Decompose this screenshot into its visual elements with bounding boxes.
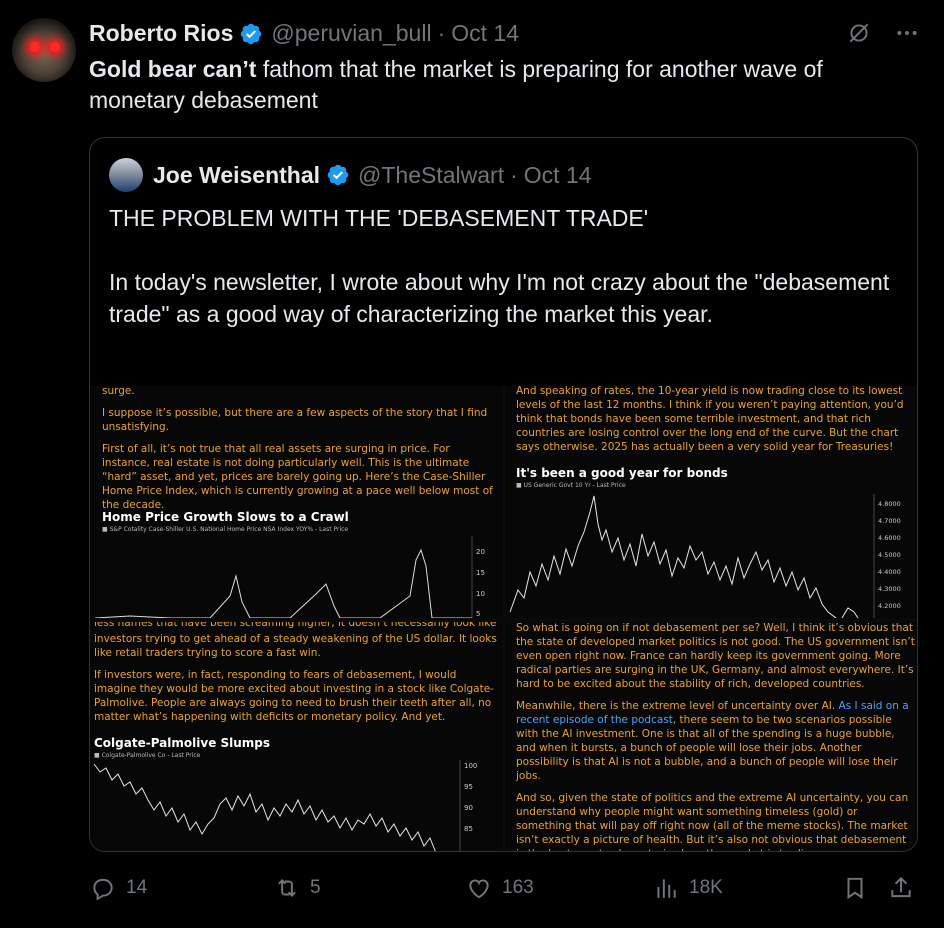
grok-icon[interactable]	[846, 20, 872, 46]
panel-cut-line: surge.	[102, 386, 135, 397]
panel-paragraph: First of all, it’s not true that all rea…	[102, 443, 493, 511]
bond-yield-chart: 4.8000 4.7000 4.6000 4.5000 4.4000 4.300…	[509, 494, 901, 618]
quoted-tweet[interactable]: Joe Weisenthal @TheStalwart · Oct 14 THE…	[89, 137, 918, 852]
tweet-text-bold: Gold bear can’t	[89, 56, 257, 82]
author-name[interactable]: Roberto Rios	[89, 20, 233, 47]
tweet-date[interactable]: Oct 14	[451, 20, 519, 47]
axis-tick: 4.4000	[878, 568, 901, 576]
views-count: 18K	[689, 877, 723, 898]
avatar-eye-right	[50, 42, 60, 52]
axis-tick: 90	[464, 804, 473, 812]
heart-icon	[469, 879, 489, 899]
quote-text: THE PROBLEM WITH THE 'DEBASEMENT TRADE' …	[109, 205, 890, 327]
panel-paragraph: So what is going on if not debasement pe…	[516, 622, 915, 690]
axis-tick: 4.7000	[878, 517, 901, 525]
bookmark-icon	[847, 877, 863, 900]
axis-tick: 4.5000	[878, 551, 901, 559]
share-icon	[891, 876, 911, 898]
bond-yield-series	[509, 495, 837, 618]
quote-header: Joe Weisenthal @TheStalwart · Oct 14	[109, 158, 592, 192]
reply-count: 14	[126, 877, 148, 898]
quote-author-handle[interactable]: @TheStalwart	[358, 162, 504, 189]
home-price-series	[94, 548, 472, 618]
axis-tick: 4.3000	[878, 585, 901, 593]
axis-tick: 85	[464, 825, 473, 833]
colgate-chart: 100 95 90 85	[93, 760, 477, 851]
chart-title: Home Price Growth Slows to a Crawl	[102, 510, 349, 524]
views-icon	[657, 879, 676, 898]
author-avatar[interactable]	[12, 18, 76, 82]
bookmark-button[interactable]	[842, 875, 868, 901]
author-handle[interactable]: @peruvian_bull	[271, 20, 431, 47]
panel-cut-line: less names that have been screaming high…	[94, 622, 497, 629]
panel-paragraph: I suppose it’s possible, but there are a…	[102, 407, 488, 433]
axis-tick: 4.6000	[878, 534, 901, 542]
tweet-action-bar: 14 5 163 18K	[0, 875, 944, 905]
quote-verified-badge-icon	[327, 164, 349, 186]
panel-paragraph: And so, given the state of politics and …	[516, 792, 909, 851]
panel-conclusion: So what is going on if not debasement pe…	[506, 622, 917, 851]
views-button[interactable]: 18K	[653, 875, 723, 901]
chart-legend: ■ US Generic Govt 10 Yr - Last Price	[516, 482, 626, 489]
panel-colgate: less names that have been screaming high…	[90, 622, 502, 851]
newsletter-image-collage[interactable]: surge. I suppose it’s possible, but ther…	[90, 386, 917, 851]
axis-tick: 100	[464, 762, 477, 770]
panel-paragraph: investors trying to get ahead of a stead…	[94, 633, 497, 659]
colgate-series	[93, 763, 436, 851]
axis-tick: 95	[464, 783, 473, 791]
panel-paragraph: Meanwhile, there is the extreme level of…	[516, 699, 916, 783]
chart-legend: ■ Colgate-Palmolive Co - Last Price	[94, 752, 201, 759]
panel-bonds: And speaking of rates, the 10-year yield…	[506, 386, 917, 618]
repost-button[interactable]: 5	[274, 875, 321, 901]
like-button[interactable]: 163	[466, 875, 534, 901]
avatar-eye-left	[30, 42, 40, 52]
quote-author-avatar	[109, 158, 143, 192]
axis-tick: 5	[476, 610, 480, 618]
chart-title: Colgate-Palmolive Slumps	[94, 736, 271, 750]
axis-tick: 15	[476, 569, 485, 577]
share-button[interactable]	[888, 875, 914, 901]
home-price-chart: 20 15 10 5	[94, 536, 485, 618]
panel-paragraph: And speaking of rates, the 10-year yield…	[516, 386, 904, 453]
quote-author-name[interactable]: Joe Weisenthal	[153, 162, 320, 189]
tweet-top-icons	[846, 20, 920, 46]
panel-paragraph: If investors were, in fact, responding t…	[94, 669, 494, 723]
reply-button[interactable]: 14	[90, 875, 147, 901]
separator-dot: ·	[510, 161, 518, 188]
repost-count: 5	[310, 877, 321, 898]
axis-tick: 20	[476, 548, 485, 556]
like-count: 163	[502, 877, 534, 898]
axis-tick: 10	[476, 590, 485, 598]
separator-dot: ·	[437, 20, 446, 46]
repost-icon	[278, 879, 296, 897]
quote-date[interactable]: Oct 14	[524, 162, 592, 189]
axis-tick: 4.8000	[878, 500, 901, 508]
tweet-header: Roberto Rios @peruvian_bull · Oct 14	[89, 20, 519, 47]
verified-badge-icon	[241, 23, 262, 44]
reply-icon	[93, 878, 113, 901]
panel-home-prices: surge. I suppose it’s possible, but ther…	[90, 386, 502, 618]
tweet-text: Gold bear can’t fathom that the market i…	[89, 54, 909, 116]
more-options-icon[interactable]	[894, 20, 920, 46]
axis-tick: 4.2000	[878, 602, 901, 610]
paragraph-text: Meanwhile, there is the extreme level of…	[516, 700, 839, 712]
chart-title: It's been a good year for bonds	[516, 466, 728, 480]
chart-legend: ■ S&P Cotality Case-Shiller U.S. Nationa…	[102, 526, 349, 533]
